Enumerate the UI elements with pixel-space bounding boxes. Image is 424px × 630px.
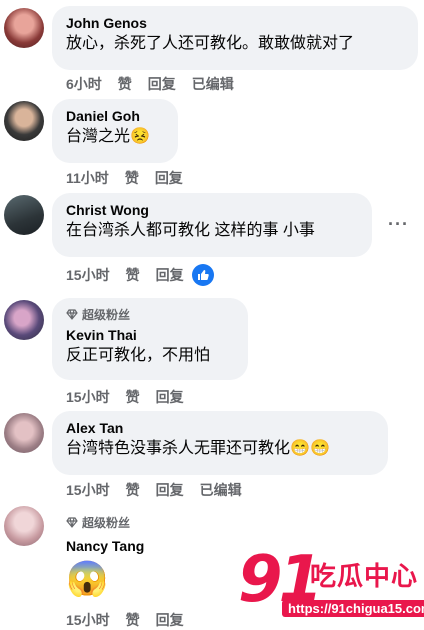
comment-bubble: Daniel Goh 台灣之光😣: [52, 99, 178, 163]
avatar[interactable]: [4, 101, 44, 141]
comment-actions: 6小时 赞 回复 已编辑: [66, 74, 250, 94]
comment-actions: 11小时 赞 回复: [66, 168, 199, 188]
comment-text: 放心，杀死了人还可教化。敢敢做就对了: [66, 35, 355, 52]
reply-button[interactable]: 回复: [156, 387, 184, 407]
comment-text: 反正可教化，不用怕: [66, 347, 211, 364]
comment-bubble: John Genos 放心，杀死了人还可教化。敢敢做就对了: [52, 6, 418, 70]
badge-row: 超级粉丝: [66, 514, 130, 531]
timestamp[interactable]: 15小时: [66, 610, 110, 630]
like-button[interactable]: 赞: [118, 74, 132, 94]
comment-bubble: Alex Tan 台湾特色没事杀人无罪还可教化😁😁: [52, 411, 388, 475]
emoji: 😁😁: [290, 440, 330, 457]
watermark-title: 吃瓜中心: [310, 561, 419, 591]
reply-button[interactable]: 回复: [155, 168, 183, 188]
timestamp[interactable]: 11小时: [66, 168, 109, 188]
comment-actions: 15小时 赞 回复: [66, 264, 214, 286]
commenter-name[interactable]: Christ Wong: [66, 201, 360, 219]
comment-text-body: 台湾特色没事杀人无罪还可教化: [66, 440, 291, 458]
avatar[interactable]: [4, 195, 44, 235]
top-fan-badge: 超级粉丝: [82, 516, 131, 530]
timestamp[interactable]: 15小时: [66, 480, 110, 500]
like-button[interactable]: 赞: [125, 168, 139, 188]
top-fan-badge: 超级粉丝: [82, 308, 131, 322]
comment-bubble: 超级粉丝 Kevin Thai 反正可教化，不用怕: [52, 298, 248, 380]
watermark-logo: 91 吃瓜中心 https://91chigua15.com: [238, 548, 424, 620]
emoji: 😣: [130, 128, 150, 145]
reply-button[interactable]: 回复: [156, 265, 184, 285]
comment-text-body: 台灣之光: [66, 128, 131, 146]
comment-text: 台灣之光😣: [66, 126, 166, 148]
timestamp[interactable]: 15小时: [66, 265, 110, 285]
reply-button[interactable]: 回复: [156, 480, 184, 500]
emoji-comment: 😱: [66, 560, 109, 598]
comment-actions: 15小时 赞 回复: [66, 610, 200, 630]
like-button[interactable]: 赞: [126, 387, 140, 407]
comment-actions: 15小时 赞 回复 已编辑: [66, 480, 258, 500]
avatar[interactable]: [4, 8, 44, 48]
reply-button[interactable]: 回复: [156, 610, 184, 630]
comment-actions: 15小时 赞 回复: [66, 387, 200, 407]
commenter-name[interactable]: Nancy Tang: [66, 537, 144, 555]
diamond-icon: [66, 517, 78, 528]
edited-label[interactable]: 已编辑: [200, 480, 242, 500]
badge-row: 超级粉丝: [66, 306, 236, 323]
like-reaction-icon[interactable]: [191, 264, 214, 286]
like-button[interactable]: 赞: [126, 610, 140, 630]
like-button[interactable]: 赞: [126, 265, 140, 285]
watermark-url: https://91chigua15.com: [282, 600, 424, 617]
edited-label[interactable]: 已编辑: [192, 74, 234, 94]
commenter-name[interactable]: Alex Tan: [66, 419, 376, 437]
comment-text: 在台湾杀人都可教化 这样的事 小事: [66, 222, 315, 239]
like-button[interactable]: 赞: [126, 480, 140, 500]
comment-bubble: Christ Wong 在台湾杀人都可教化 这样的事 小事: [52, 193, 372, 257]
commenter-name[interactable]: John Genos: [66, 14, 406, 32]
comment-text: 台湾特色没事杀人无罪还可教化😁😁: [66, 438, 376, 460]
commenter-name[interactable]: Daniel Goh: [66, 107, 166, 125]
avatar[interactable]: [4, 300, 44, 340]
diamond-icon: [66, 309, 78, 320]
timestamp[interactable]: 15小时: [66, 387, 110, 407]
timestamp[interactable]: 6小时: [66, 74, 102, 94]
reply-button[interactable]: 回复: [148, 74, 176, 94]
avatar[interactable]: [4, 413, 44, 453]
commenter-name[interactable]: Kevin Thai: [66, 326, 236, 344]
avatar[interactable]: [4, 506, 44, 546]
more-options-icon[interactable]: ···: [388, 214, 409, 235]
